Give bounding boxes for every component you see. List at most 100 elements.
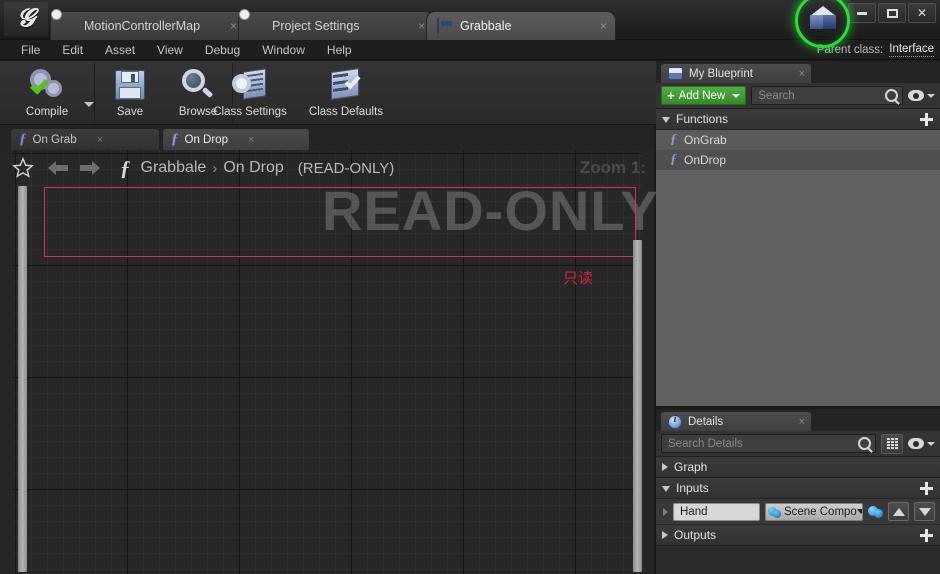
unreal-logo-icon[interactable]: 𝓖 <box>4 2 48 36</box>
my-blueprint-tabbar: My Blueprint × <box>656 61 940 83</box>
class-settings-button[interactable]: Class Settings <box>202 63 298 121</box>
menu-asset[interactable]: Asset <box>94 41 146 59</box>
menu-window[interactable]: Window <box>251 41 316 59</box>
move-up-button[interactable] <box>888 502 909 521</box>
menu-view[interactable]: View <box>146 41 194 59</box>
window-tab-grabbale[interactable]: Grabbale × <box>426 11 616 40</box>
breadcrumb-readonly-state: (READ-ONLY) <box>297 159 395 177</box>
search-icon <box>858 437 871 450</box>
close-icon[interactable]: × <box>799 416 805 428</box>
close-icon[interactable]: × <box>799 68 805 80</box>
my-blueprint-visibility-button[interactable] <box>908 90 935 101</box>
graph-vertical-scrollbar-right[interactable] <box>633 240 642 572</box>
blueprint-book-icon <box>668 67 683 80</box>
close-icon[interactable]: × <box>97 134 103 146</box>
parent-class-link[interactable]: Interface <box>889 43 934 57</box>
list-item-ondrop[interactable]: ƒ OnDrop <box>656 150 940 170</box>
add-output-button[interactable] <box>919 528 934 543</box>
pin-icon[interactable] <box>868 505 883 519</box>
close-icon[interactable]: × <box>248 134 254 146</box>
forward-arrow-icon[interactable] <box>76 157 102 179</box>
favorite-star-icon[interactable] <box>12 157 34 179</box>
my-blueprint-search-input[interactable]: Search <box>751 86 903 105</box>
menu-file[interactable]: File <box>10 41 51 59</box>
input-type-label: Scene Compo <box>783 505 857 518</box>
maximize-button[interactable] <box>878 3 906 23</box>
tab-my-blueprint[interactable]: My Blueprint × <box>660 63 812 83</box>
class-defaults-button[interactable]: Class Defaults <box>298 63 394 121</box>
chevron-right-icon[interactable] <box>663 507 668 516</box>
window-tab-motioncontrollermap[interactable]: MotionControllerMap × <box>50 11 246 40</box>
my-blueprint-list: ƒ OnGrab ƒ OnDrop <box>656 130 940 406</box>
unreal-blueprint-editor: 𝓖 MotionControllerMap × Project Settings… <box>0 0 940 574</box>
add-input-button[interactable] <box>919 481 934 496</box>
window-tab-label: Grabbale <box>460 19 512 33</box>
function-icon: ƒ <box>19 131 27 147</box>
compile-dropdown-caret-icon[interactable] <box>84 101 94 107</box>
chevron-down-icon <box>927 441 935 446</box>
graph-tab-on-drop[interactable]: ƒ On Drop × <box>162 128 310 150</box>
add-new-button[interactable]: + Add New <box>661 86 747 105</box>
breadcrumb-current[interactable]: On Drop <box>223 159 283 177</box>
back-arrow-icon[interactable] <box>46 157 72 179</box>
details-search-input[interactable]: Search Details <box>661 434 876 453</box>
section-header-graph[interactable]: Graph <box>656 457 940 478</box>
graph-tab-label: On Grab <box>32 133 77 146</box>
add-function-button[interactable] <box>919 112 934 127</box>
section-label: Inputs <box>676 481 709 495</box>
save-button-label: Save <box>116 106 144 118</box>
section-label: Functions <box>676 112 729 126</box>
section-header-functions[interactable]: Functions <box>656 109 940 130</box>
list-item-ongrab[interactable]: ƒ OnGrab <box>656 130 940 150</box>
function-icon: ƒ <box>670 132 677 147</box>
window-controls: ✕ <box>848 3 936 23</box>
close-icon[interactable]: × <box>600 19 607 33</box>
close-icon[interactable]: × <box>230 19 237 33</box>
details-info-icon <box>668 414 682 429</box>
class-defaults-button-label: Class Defaults <box>308 106 384 118</box>
map-icon <box>61 19 78 34</box>
class-settings-button-label: Class Settings <box>213 106 287 118</box>
section-header-inputs[interactable]: Inputs <box>656 478 940 499</box>
minimize-button[interactable] <box>848 3 876 23</box>
section-header-outputs[interactable]: Outputs <box>656 525 940 546</box>
tab-details[interactable]: Details × <box>660 411 812 431</box>
class-defaults-icon <box>327 68 365 102</box>
search-placeholder: Search <box>758 89 795 102</box>
my-blueprint-panel: My Blueprint × + Add New Search Function… <box>656 61 940 406</box>
menu-edit[interactable]: Edit <box>51 41 94 59</box>
tab-label: My Blueprint <box>689 67 753 80</box>
chevron-down-icon <box>662 117 670 123</box>
tab-label: Details <box>688 415 724 428</box>
toolbar-group-compile: Compile <box>6 63 95 123</box>
chevron-down-icon <box>856 509 862 514</box>
details-content: Graph Inputs Hand Scene Compo Outputs <box>656 457 940 546</box>
menu-debug[interactable]: Debug <box>194 41 251 59</box>
details-tabbar: Details × <box>656 409 940 431</box>
my-blueprint-toolbar: + Add New Search <box>656 83 940 109</box>
input-type-combobox[interactable]: Scene Compo <box>764 502 863 521</box>
move-down-icon <box>918 507 931 516</box>
close-button[interactable]: ✕ <box>908 3 936 23</box>
function-icon: ƒ <box>670 152 677 167</box>
section-label: Graph <box>674 460 708 474</box>
visibility-eye-icon <box>908 438 924 449</box>
toolbar-group-class: Class Settings Class Defaults <box>202 63 394 123</box>
details-visibility-button[interactable] <box>908 438 935 449</box>
graph-tab-on-grab[interactable]: ƒ On Grab × <box>10 128 160 150</box>
details-panel: Details × Search Details Graph <box>656 409 940 574</box>
input-name-field[interactable]: Hand <box>673 502 760 521</box>
blueprint-icon <box>437 17 454 34</box>
menu-help[interactable]: Help <box>316 41 363 59</box>
compile-button[interactable]: Compile <box>6 63 88 121</box>
chevron-right-icon <box>662 531 668 539</box>
window-tab-project-settings[interactable]: Project Settings × <box>238 11 434 40</box>
close-icon[interactable]: × <box>418 19 425 33</box>
annotation-red-box <box>44 187 636 257</box>
breadcrumb-root[interactable]: Grabbale <box>141 159 207 177</box>
details-grid-view-button[interactable] <box>881 433 903 454</box>
section-label: Outputs <box>674 528 717 542</box>
graph-vertical-scrollbar-left[interactable] <box>18 186 27 572</box>
move-down-button[interactable] <box>914 502 935 521</box>
save-button[interactable]: Save <box>96 63 164 121</box>
